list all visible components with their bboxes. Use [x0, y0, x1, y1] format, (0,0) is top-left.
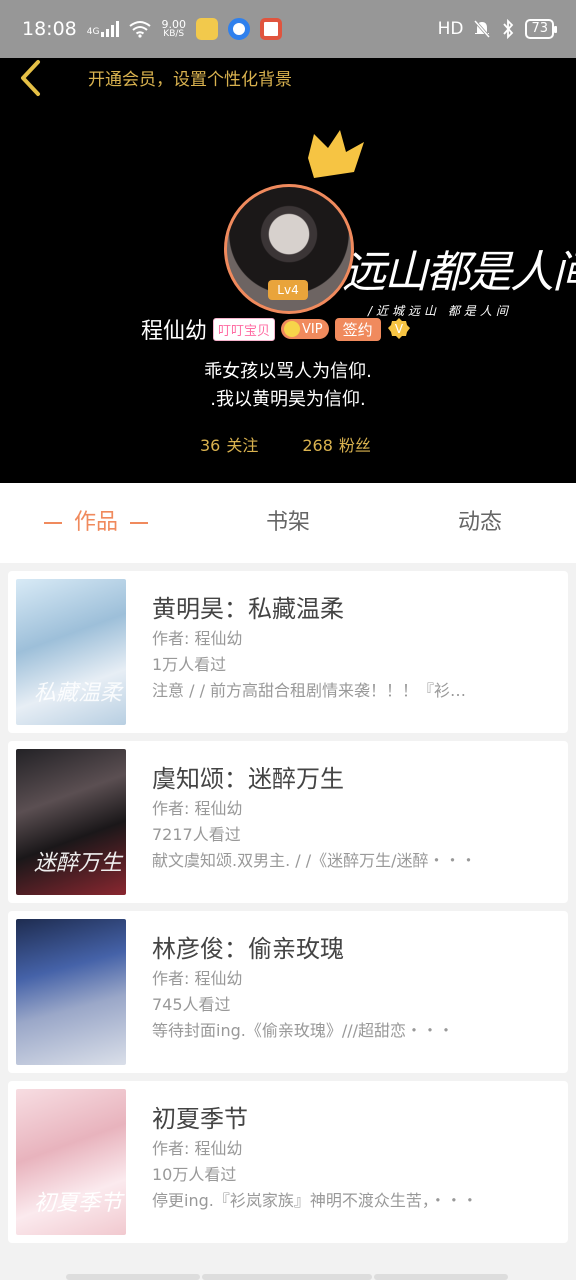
- tab-label: 作品: [73, 510, 118, 535]
- work-description: 停更ing.『衫岚家族』神明不渡众生苦，・・・: [152, 1191, 478, 1210]
- network-type: 4G: [86, 27, 100, 37]
- signed-author-badge[interactable]: 签约: [334, 317, 381, 341]
- bottom-tab-indicator: [66, 1274, 200, 1280]
- bottom-tab-indicator: [202, 1274, 372, 1280]
- following-label: 关注: [226, 436, 259, 455]
- book-cover[interactable]: 私藏温柔: [16, 579, 126, 725]
- book-cover[interactable]: 迷醉万生: [16, 749, 126, 895]
- tab-bookshelf[interactable]: 书架: [192, 483, 384, 563]
- work-description: 注意 / / 前方高甜合租剧情来袭！！！『衫…: [152, 681, 467, 700]
- name-row: 程仙幼 叮叮宝贝 VIP 签约 V: [141, 313, 411, 345]
- background-title: 远山都是人间: [342, 247, 576, 298]
- book-cover[interactable]: [16, 919, 126, 1065]
- weibo-icon: [259, 18, 282, 40]
- bottom-tab-indicator: [374, 1274, 508, 1280]
- status-time: 18:08: [22, 18, 77, 40]
- network-speed: 9.00 KB/S: [161, 19, 186, 39]
- vip-label: VIP: [302, 321, 323, 337]
- profile-stats: 36 关注 268 粉丝: [200, 432, 371, 456]
- bio: 乖女孩以骂人为信仰. .我以黄明昊为信仰.: [0, 358, 576, 414]
- work-description: 等待封面ing.《偷亲玫瑰》///超甜恋・・・: [152, 1021, 455, 1040]
- level-badge: Lv4: [268, 280, 308, 300]
- wifi-icon: [129, 21, 152, 38]
- battery-indicator: 73: [525, 19, 557, 39]
- verified-letter: V: [395, 322, 404, 336]
- work-title[interactable]: 初夏季节: [152, 1099, 248, 1134]
- vip-badge[interactable]: VIP: [281, 319, 329, 339]
- status-bar: 18:08 4G 9.00 KB/S HD 73: [0, 0, 576, 58]
- crown-coin-icon: [284, 321, 301, 337]
- work-views: 1万人看过: [152, 655, 227, 674]
- work-title[interactable]: 黄明昊：私藏温柔: [152, 589, 344, 624]
- work-author: 作者: 程仙幼: [152, 799, 243, 818]
- cover-title: 初夏季节: [34, 1191, 123, 1216]
- silent-bell-icon: [474, 20, 491, 38]
- bottom-bar: [0, 1244, 576, 1280]
- following-count: 36: [200, 436, 221, 455]
- bluetooth-icon: [503, 19, 514, 39]
- tab-label: 书架: [265, 510, 310, 535]
- book-cover[interactable]: 初夏季节: [16, 1089, 126, 1235]
- works-list: 私藏温柔 黄明昊：私藏温柔 作者: 程仙幼 1万人看过 注意 / / 前方高甜合…: [8, 571, 568, 1251]
- fans-label: 粉丝: [338, 436, 371, 455]
- fans-stat[interactable]: 268 粉丝: [302, 432, 371, 456]
- work-views: 745人看过: [152, 995, 231, 1014]
- cover-title: 迷醉万生: [34, 851, 123, 876]
- hd-indicator: HD: [437, 19, 464, 39]
- bio-line: 乖女孩以骂人为信仰.: [204, 361, 372, 382]
- tab-works[interactable]: 作品: [0, 483, 192, 563]
- work-author: 作者: 程仙幼: [152, 629, 243, 648]
- work-description: 献文虞知颂.双男主. / /《迷醉万生/迷醉・・・: [152, 851, 477, 870]
- fans-count: 268: [302, 436, 333, 455]
- profile-tabs: 作品 书架 动态: [0, 483, 576, 563]
- work-title[interactable]: 林彦俊：偷亲玫瑰: [152, 929, 344, 964]
- work-views: 7217人看过: [152, 825, 241, 844]
- crown-icon: [308, 130, 364, 178]
- app-notification-icon: [227, 18, 250, 40]
- work-views: 10万人看过: [152, 1165, 237, 1184]
- background-calligraphy: 远山都是人间: [342, 236, 576, 311]
- back-arrow-icon[interactable]: [14, 58, 50, 98]
- list-item[interactable]: 初夏季节 初夏季节 作者: 程仙幼 10万人看过 停更ing.『衫岚家族』神明不…: [8, 1081, 568, 1243]
- work-author: 作者: 程仙幼: [152, 1139, 243, 1158]
- nickname: 程仙幼: [141, 319, 208, 344]
- tab-activity[interactable]: 动态: [384, 483, 576, 563]
- work-title[interactable]: 虞知颂：迷醉万生: [152, 759, 344, 794]
- following-stat[interactable]: 36 关注: [200, 432, 258, 456]
- list-item[interactable]: 迷醉万生 虞知颂：迷醉万生 作者: 程仙幼 7217人看过 献文虞知颂.双男主.…: [8, 741, 568, 903]
- vip-background-promo-link[interactable]: 开通会员，设置个性化背景: [88, 65, 292, 90]
- work-author: 作者: 程仙幼: [152, 969, 243, 988]
- bio-line: .我以黄明昊为信仰.: [210, 389, 366, 410]
- tab-label: 动态: [457, 510, 502, 535]
- cover-title: 私藏温柔: [34, 681, 123, 706]
- list-item[interactable]: 私藏温柔 黄明昊：私藏温柔 作者: 程仙幼 1万人看过 注意 / / 前方高甜合…: [8, 571, 568, 733]
- profile-header: 开通会员，设置个性化背景 远山都是人间 /近城远山 都是人间 Lv4 程仙幼 叮…: [0, 58, 576, 483]
- app-notification-icon: [195, 18, 218, 40]
- speed-unit: KB/S: [163, 29, 185, 39]
- cellular-signal-icon: 4G: [87, 21, 120, 37]
- list-item[interactable]: 林彦俊：偷亲玫瑰 作者: 程仙幼 745人看过 等待封面ing.《偷亲玫瑰》//…: [8, 911, 568, 1073]
- fan-tag[interactable]: 叮叮宝贝: [213, 317, 276, 341]
- verified-badge-icon[interactable]: V: [387, 317, 411, 341]
